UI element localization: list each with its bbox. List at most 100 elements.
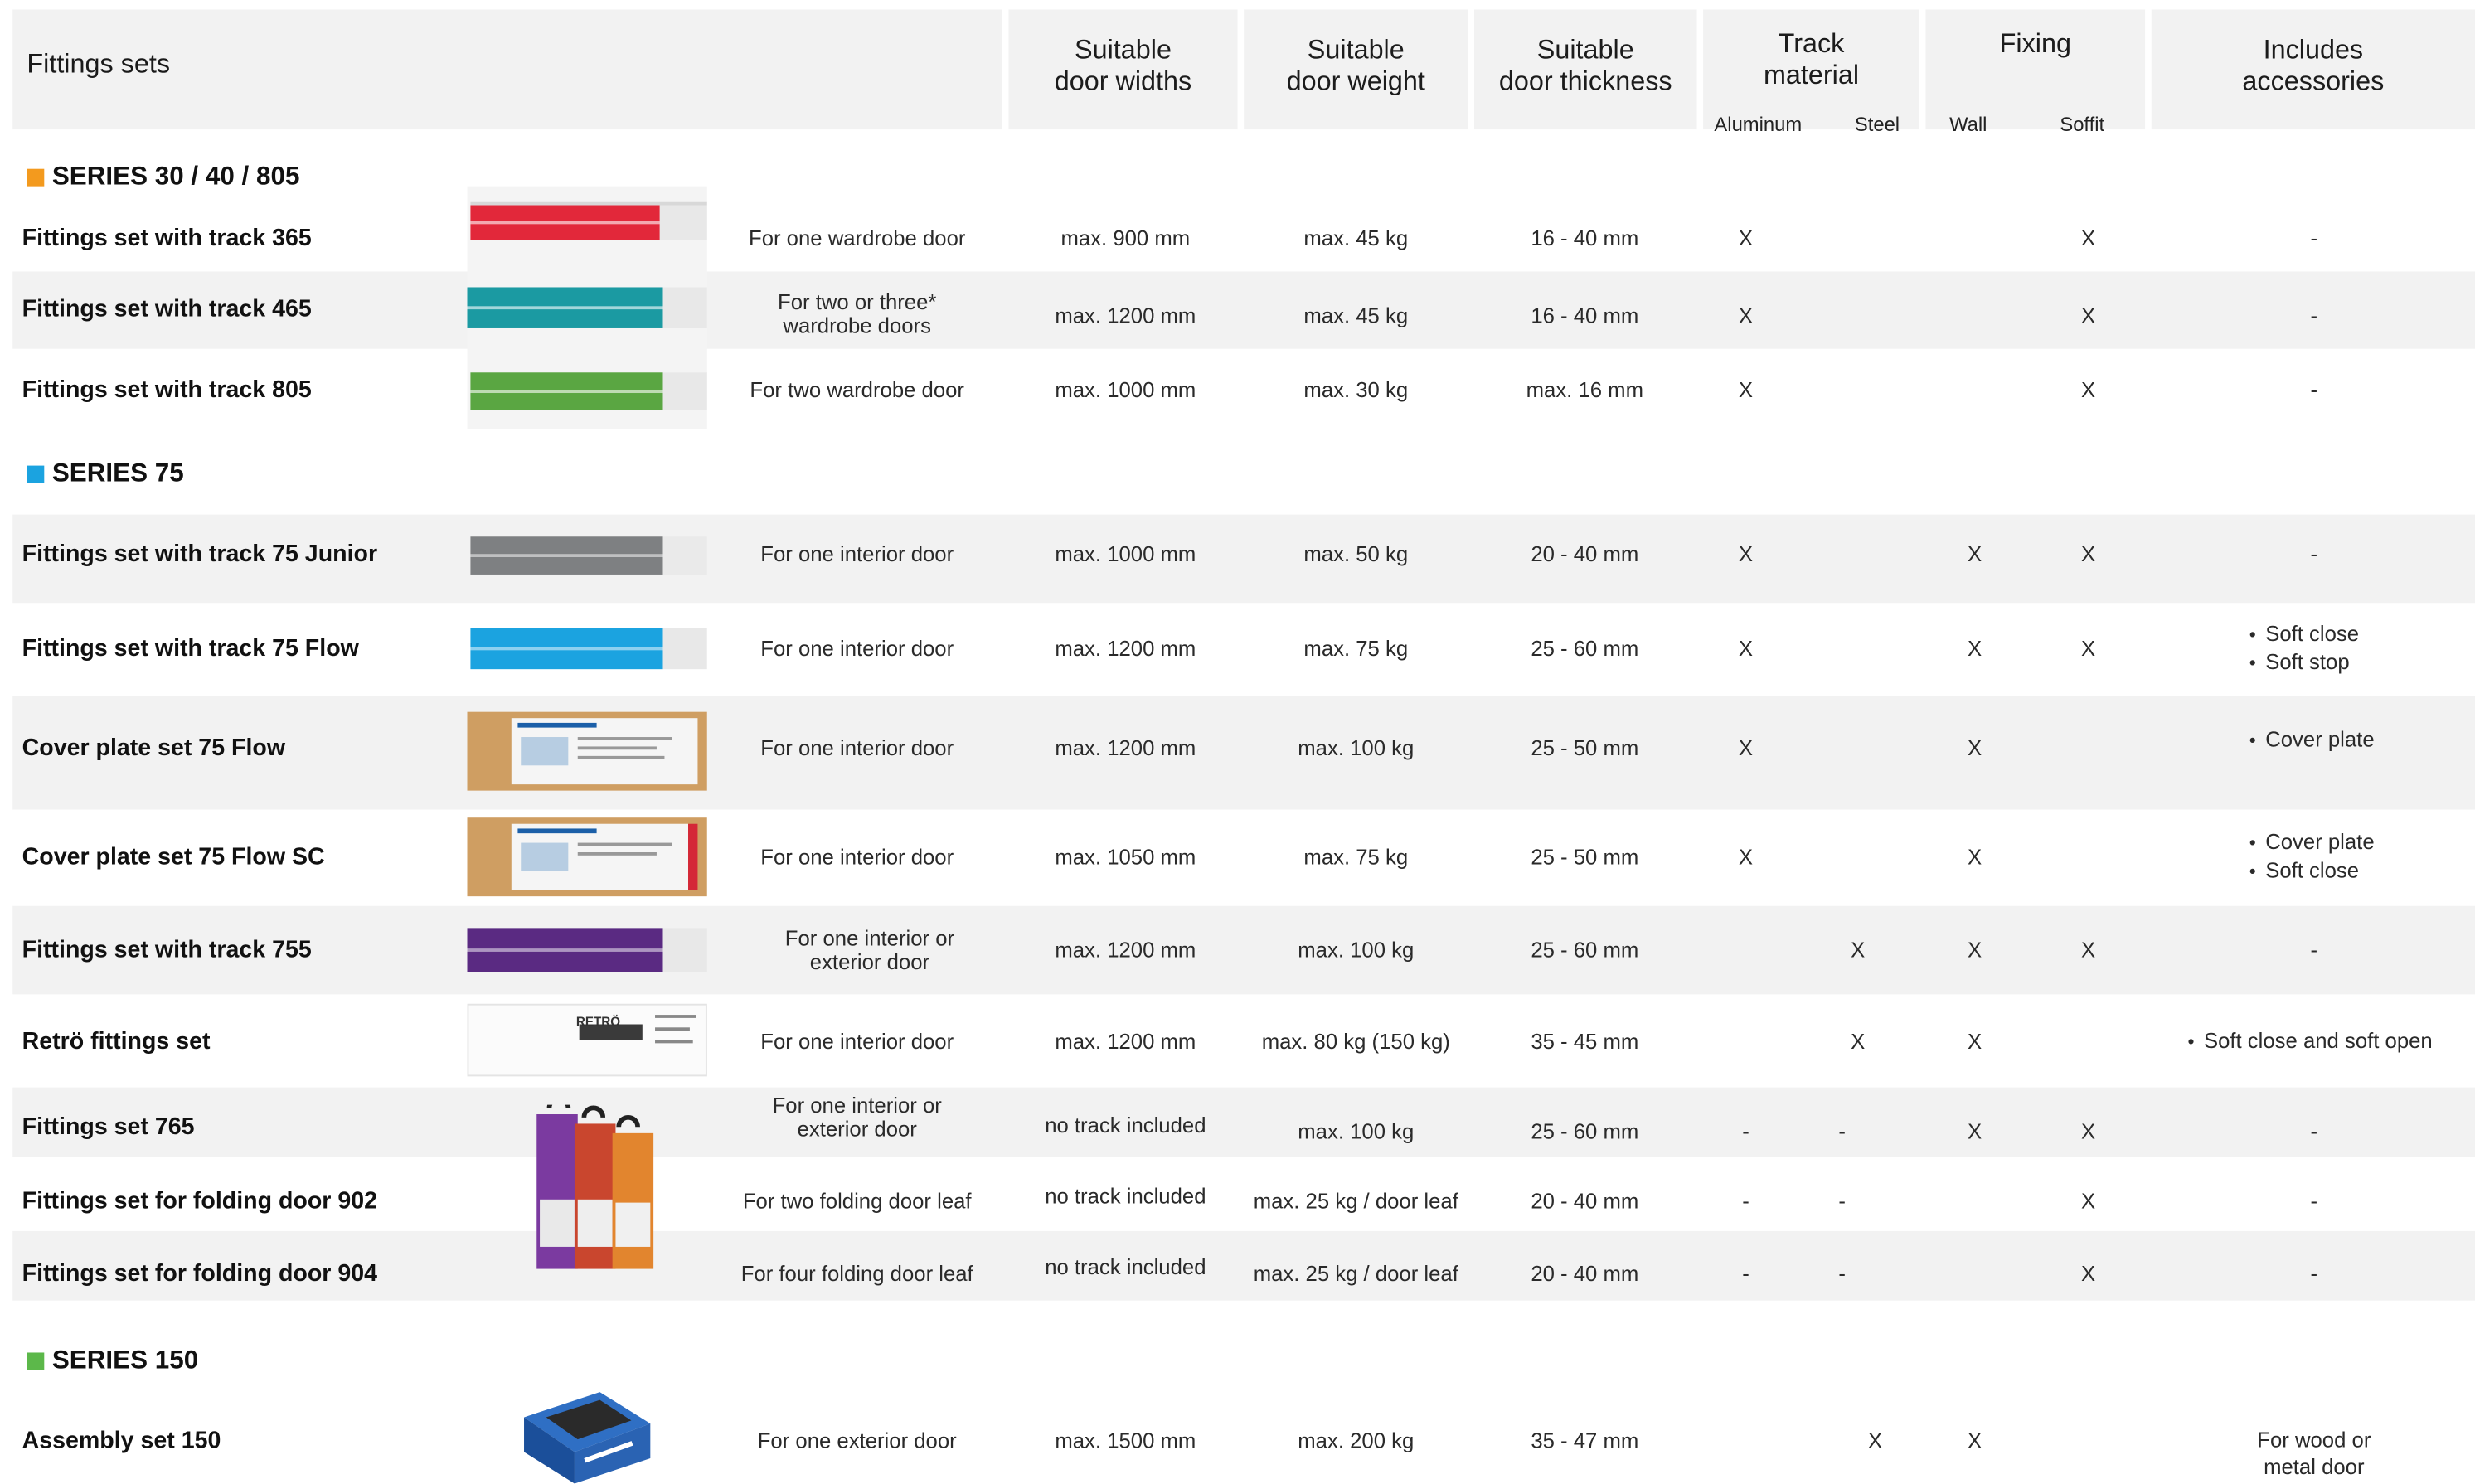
cell-fixing-wall: X <box>1967 736 1982 760</box>
cell-track-steel: - <box>1838 1189 1846 1213</box>
row-name: Fittings set with track 755 <box>22 936 312 964</box>
cell-width: no track included <box>1045 1113 1206 1137</box>
series-label: SERIES 30 / 40 / 805 <box>51 162 300 191</box>
cell-fixing-soffit: X <box>2081 938 2096 963</box>
header-widths: Suitable door widths <box>1008 9 1238 130</box>
cell-width: max. 1200 mm <box>1055 303 1196 328</box>
cell-fixing-wall: X <box>1967 541 1982 566</box>
cell-accessories: - <box>2310 1119 2318 1144</box>
cell-fixing-wall: X <box>1967 1428 1982 1453</box>
series-label: SERIES 150 <box>51 1345 199 1375</box>
cell-weight: max. 45 kg <box>1303 226 1409 250</box>
accessory-item: Soft stop <box>2249 648 2359 677</box>
cell-fixing-soffit: X <box>2081 541 2096 566</box>
cell-fixing-soffit: X <box>2081 1262 2096 1286</box>
header-fixing-wall: Wall <box>1949 114 1987 136</box>
cell-weight: max. 25 kg / door leaf <box>1253 1262 1458 1286</box>
cell-accessories: - <box>2310 377 2318 402</box>
cell-thickness: 16 - 40 mm <box>1531 303 1639 328</box>
cell-track-steel: - <box>1838 1262 1846 1286</box>
cell-width: max. 900 mm <box>1060 226 1191 250</box>
cell-usage: For one interior or exterior door <box>772 1094 942 1142</box>
cell-width: max. 1050 mm <box>1055 845 1196 869</box>
row-name: Fittings set with track 75 Junior <box>22 541 378 568</box>
cell-fixing-soffit: X <box>2081 1189 2096 1213</box>
cell-track-steel: X <box>1868 1428 1883 1453</box>
cell-accessories: Soft closeSoft stop <box>2249 620 2359 677</box>
series-heading-75: SERIES 75 <box>27 458 184 489</box>
cell-weight: max. 100 kg <box>1298 736 1415 760</box>
row-name: Fittings set with track 805 <box>22 376 312 404</box>
retro-box-label: RETRÖ <box>575 1015 621 1030</box>
header-widths-label: Suitable door widths <box>1054 34 1192 97</box>
cell-fixing-wall: X <box>1967 637 1982 661</box>
series-heading-30: SERIES 30 / 40 / 805 <box>27 161 299 192</box>
accessory-item: Soft close <box>2249 620 2359 648</box>
cell-usage: For four folding door leaf <box>740 1262 973 1286</box>
cell-thickness: max. 16 mm <box>1526 377 1644 402</box>
cell-accessories: - <box>2310 1189 2318 1213</box>
cell-fixing-soffit: X <box>2081 637 2096 661</box>
cell-usage: For one interior or exterior door <box>784 926 955 974</box>
cell-width: max. 1200 mm <box>1055 938 1196 963</box>
cell-width: no track included <box>1045 1255 1206 1279</box>
cell-track-aluminum: - <box>1742 1189 1749 1213</box>
cell-accessories: - <box>2310 1262 2318 1286</box>
cell-weight: max. 75 kg <box>1303 845 1409 869</box>
row-name: Cover plate set 75 Flow <box>22 735 286 762</box>
cell-usage: For one interior door <box>760 541 954 566</box>
cell-accessories: - <box>2310 938 2318 963</box>
cell-track-steel: X <box>1851 1030 1866 1054</box>
row-name: Fittings set for folding door 902 <box>22 1187 377 1215</box>
cell-accessories: Cover plateSoft close <box>2249 828 2375 885</box>
cell-width: max. 1200 mm <box>1055 637 1196 661</box>
cell-track-aluminum: X <box>1738 226 1754 250</box>
cell-track-aluminum: X <box>1738 377 1754 402</box>
row-name: Cover plate set 75 Flow SC <box>22 843 325 871</box>
row-band <box>12 1230 2475 1301</box>
cell-accessories: Cover plate <box>2249 726 2374 754</box>
header-accessories-label: Includes accessories <box>2242 34 2385 97</box>
cell-thickness: 16 - 40 mm <box>1531 226 1639 250</box>
cell-usage: For one interior door <box>760 637 954 661</box>
row-band <box>12 514 2475 604</box>
row-band <box>12 905 2475 995</box>
grey-package-icon <box>470 536 707 575</box>
cell-usage: For one interior door <box>760 736 954 760</box>
header-fixing: Fixing Wall Soffit <box>1925 9 2146 136</box>
header-sets-label: Fittings sets <box>27 49 171 80</box>
cell-accessories: For wood or metal door <box>2257 1428 2371 1479</box>
row-name: Retrö fittings set <box>22 1028 211 1055</box>
cell-thickness: 35 - 45 mm <box>1531 1030 1639 1054</box>
cell-fixing-wall: X <box>1967 1119 1982 1144</box>
cell-track-steel: X <box>1851 938 1866 963</box>
cell-weight: max. 80 kg (150 kg) <box>1261 1030 1450 1054</box>
teal-package-icon <box>467 287 707 328</box>
cell-thickness: 20 - 40 mm <box>1531 1189 1639 1213</box>
cell-usage: For one interior door <box>760 845 954 869</box>
cell-thickness: 35 - 47 mm <box>1531 1428 1639 1453</box>
cell-track-aluminum: X <box>1738 637 1754 661</box>
cell-width: max. 1000 mm <box>1055 377 1196 402</box>
cell-accessories: - <box>2310 226 2318 250</box>
cardboard-box-icon <box>467 711 707 791</box>
header-weight-label: Suitable door weight <box>1286 34 1425 97</box>
cell-accessories: - <box>2310 303 2318 328</box>
cell-weight: max. 45 kg <box>1303 303 1409 328</box>
cell-weight: max. 100 kg <box>1298 938 1415 963</box>
cell-usage: For two or three* wardrobe doors <box>778 290 937 338</box>
header-fixing-soffit: Soffit <box>2060 114 2105 136</box>
blue-box-icon <box>524 1392 651 1484</box>
cell-accessories: - <box>2310 541 2318 566</box>
header-track-steel: Steel <box>1854 114 1900 136</box>
row-name: Fittings set for folding door 904 <box>22 1260 377 1288</box>
accessory-item: Soft close <box>2249 857 2375 885</box>
cell-track-steel: - <box>1838 1119 1846 1144</box>
cell-weight: max. 25 kg / door leaf <box>1253 1189 1458 1213</box>
accessory-item: Cover plate <box>2249 726 2374 754</box>
cell-weight: max. 200 kg <box>1298 1428 1415 1453</box>
header-track-label: Track material <box>1763 28 1860 90</box>
accessory-item: Soft close and soft open <box>2188 1027 2433 1055</box>
header-accessories: Includes accessories <box>2151 9 2475 130</box>
cell-track-aluminum: - <box>1742 1119 1749 1144</box>
